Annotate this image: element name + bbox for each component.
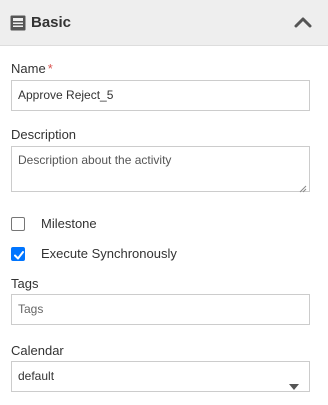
caret-down-icon [288,373,300,390]
section-title: Basic [31,14,72,31]
name-input-value: Approve Reject_5 [18,88,114,102]
tags-placeholder: Tags [18,302,44,316]
checkmark-icon [14,251,24,260]
name-label-text: Name [11,61,46,76]
chevron-up-icon[interactable] [292,14,314,32]
milestone-checkbox[interactable] [11,217,25,231]
calendar-select[interactable]: default [11,361,310,392]
description-label: Description [11,127,77,142]
required-mark: * [47,61,53,76]
layout-icon [10,15,26,31]
tags-input[interactable]: Tags [11,294,310,325]
calendar-selected-value: default [18,369,55,383]
tags-label: Tags [11,276,39,291]
calendar-label: Calendar [11,343,64,358]
execute-synchronously-checkbox[interactable] [11,247,25,261]
basic-section-header[interactable]: Basic [0,0,328,46]
name-input[interactable]: Approve Reject_5 [11,80,310,111]
milestone-label: Milestone [41,216,97,231]
execute-synchronously-label: Execute Synchronously [41,246,177,261]
description-value: Description about the activity [18,153,172,167]
description-textarea[interactable]: Description about the activity [11,146,310,193]
name-label: Name * [11,61,53,77]
resize-handle-icon[interactable] [299,181,307,193]
